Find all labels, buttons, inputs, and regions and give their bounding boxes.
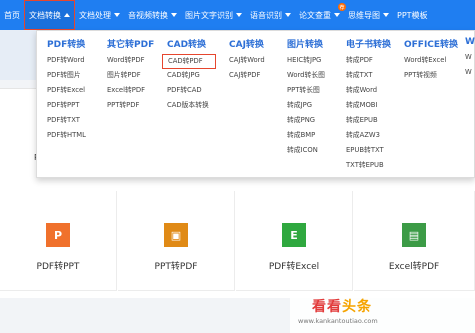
watermark-logo: 看看头条 bbox=[312, 296, 372, 316]
menu-link[interactable]: 转成JPG bbox=[287, 99, 325, 114]
menu-link[interactable]: PDF转HTML bbox=[47, 129, 86, 144]
top-nav: 首页 文档转换 文档处理 音视频转换 图片文字识别 语音识别 论文查重荐 思维导… bbox=[0, 0, 475, 30]
menu-link[interactable]: 转成BMP bbox=[287, 129, 325, 144]
nav-speech[interactable]: 语音识别 bbox=[246, 0, 295, 30]
menu-link[interactable]: 转成Word bbox=[346, 84, 391, 99]
menu-link[interactable]: PPT转PDF bbox=[107, 99, 154, 114]
tile-excel-to-pdf[interactable]: ▤ Excel转PDF bbox=[354, 191, 475, 291]
menu-link[interactable]: PDF转Excel bbox=[47, 84, 86, 99]
menu-link[interactable]: 转成PNG bbox=[287, 114, 325, 129]
column-title: OFFICE转换 bbox=[404, 40, 459, 50]
menu-link-highlighted[interactable]: CAD转PDF bbox=[162, 54, 216, 69]
menu-link[interactable]: Word转PDF bbox=[107, 54, 154, 69]
column-office-convert: OFFICE转换 Word转Excel PPT转视频 bbox=[404, 37, 458, 84]
nav-av-convert[interactable]: 音视频转换 bbox=[124, 0, 181, 30]
chevron-down-icon bbox=[383, 13, 389, 17]
watermark-text-b: 头条 bbox=[342, 299, 372, 315]
nav-doc-convert[interactable]: 文档转换 bbox=[24, 0, 75, 30]
nav-ppt-template[interactable]: PPT模板 bbox=[393, 0, 432, 30]
menu-link[interactable]: Word转长图 bbox=[287, 69, 325, 84]
column-pdf-convert: PDF转换 PDF转Word PDF转图片 PDF转Excel PDF转PPT … bbox=[47, 37, 86, 144]
nav-label: 文档处理 bbox=[79, 10, 111, 20]
chevron-down-icon bbox=[114, 13, 120, 17]
chevron-up-icon bbox=[64, 13, 70, 17]
menu-link[interactable]: 图片转PDF bbox=[107, 69, 154, 84]
menu-link[interactable]: HEIC转JPG bbox=[287, 54, 325, 69]
chevron-down-icon bbox=[236, 13, 242, 17]
column-title: 图片转换 bbox=[287, 40, 324, 50]
tile-label: PDF转PPT bbox=[36, 262, 80, 272]
column-image-convert: 图片转换 HEIC转JPG Word转长图 PPT转长图 转成JPG 转成PNG… bbox=[287, 37, 325, 159]
menu-link[interactable]: PDF转Word bbox=[47, 54, 86, 69]
menu-link[interactable]: PPT转视频 bbox=[404, 69, 458, 84]
chevron-down-icon bbox=[171, 13, 177, 17]
menu-link[interactable]: 转成TXT bbox=[346, 69, 391, 84]
nav-label: 图片文字识别 bbox=[185, 10, 233, 20]
column-title: CAD转换 bbox=[167, 40, 207, 50]
tile-label: PDF转Excel bbox=[268, 262, 320, 272]
watermark: 看看头条 www.kankantoutiao.com bbox=[290, 293, 475, 333]
nav-ocr[interactable]: 图片文字识别 bbox=[181, 0, 246, 30]
tile-label: Excel转PDF bbox=[388, 262, 440, 272]
menu-link[interactable]: 转成EPUB bbox=[346, 114, 391, 129]
menu-link[interactable]: 转成AZW3 bbox=[346, 129, 391, 144]
menu-link[interactable]: CAD转JPG bbox=[167, 69, 216, 84]
menu-link[interactable]: PDF转CAD bbox=[167, 84, 216, 99]
menu-link[interactable]: Excel转PDF bbox=[107, 84, 154, 99]
column-title: PDF转换 bbox=[47, 40, 86, 50]
column-to-pdf: 其它转PDF Word转PDF 图片转PDF Excel转PDF PPT转PDF bbox=[107, 37, 154, 114]
chevron-down-icon bbox=[334, 13, 340, 17]
watermark-url: www.kankantoutiao.com bbox=[298, 317, 378, 325]
menu-link[interactable]: PPT转长图 bbox=[287, 84, 325, 99]
spreadsheet-icon: ▤ bbox=[402, 223, 426, 247]
column-title: W bbox=[465, 37, 475, 47]
menu-link[interactable]: W bbox=[465, 51, 475, 66]
menu-link[interactable]: CAJ转Word bbox=[229, 54, 265, 69]
menu-link[interactable]: CAJ转PDF bbox=[229, 69, 265, 84]
nav-label: 文档转换 bbox=[29, 10, 61, 20]
nav-label: 音视频转换 bbox=[128, 10, 168, 20]
column-ebook-convert: 电子书转换 转成PDF 转成TXT 转成Word 转成MOBI 转成EPUB 转… bbox=[346, 37, 391, 174]
nav-home[interactable]: 首页 bbox=[0, 0, 24, 30]
column-cad-convert: CAD转换 CAD转PDF CAD转JPG PDF转CAD CAD版本转换 bbox=[162, 37, 216, 114]
menu-link[interactable]: PDF转图片 bbox=[47, 69, 86, 84]
menu-link[interactable]: PDF转PPT bbox=[47, 99, 86, 114]
tile-label: PPT转PDF bbox=[154, 262, 198, 272]
menu-link[interactable]: 转成PDF bbox=[346, 54, 391, 69]
nav-label: 论文查重 bbox=[299, 10, 331, 20]
column-title: 其它转PDF bbox=[107, 40, 155, 50]
tile-ppt-to-pdf[interactable]: ▣ PPT转PDF bbox=[118, 191, 235, 291]
tile-pdf-to-excel[interactable]: E PDF转Excel bbox=[236, 191, 353, 291]
nav-label: PPT模板 bbox=[397, 10, 428, 20]
nav-label: 语音识别 bbox=[250, 10, 282, 20]
menu-link[interactable]: Word转Excel bbox=[404, 54, 458, 69]
nav-label: 首页 bbox=[4, 10, 20, 20]
column-title: 电子书转换 bbox=[346, 40, 392, 50]
menu-link[interactable]: W bbox=[465, 66, 475, 81]
tile-pdf-to-ppt[interactable]: P PDF转PPT bbox=[0, 191, 117, 291]
slides-icon: ▣ bbox=[164, 223, 188, 247]
column-caj-convert: CAJ转换 CAJ转Word CAJ转PDF bbox=[229, 37, 265, 84]
menu-link[interactable]: PDF转TXT bbox=[47, 114, 86, 129]
menu-link[interactable]: 转成MOBI bbox=[346, 99, 391, 114]
nav-doc-process[interactable]: 文档处理 bbox=[75, 0, 124, 30]
ppt-icon: P bbox=[46, 223, 70, 247]
column-title: CAJ转换 bbox=[229, 40, 264, 50]
menu-link[interactable]: 转成ICON bbox=[287, 144, 325, 159]
column-partial: W W W bbox=[465, 37, 475, 81]
menu-link[interactable]: EPUB转TXT bbox=[346, 144, 391, 159]
chevron-down-icon bbox=[285, 13, 291, 17]
excel-icon: E bbox=[282, 223, 306, 247]
nav-plagiarism[interactable]: 论文查重荐 bbox=[295, 0, 346, 30]
menu-link[interactable]: TXT转EPUB bbox=[346, 159, 391, 174]
doc-convert-dropdown: PDF转换 PDF转Word PDF转图片 PDF转Excel PDF转PPT … bbox=[36, 30, 475, 178]
nav-label: 思维导图 bbox=[348, 10, 380, 20]
nav-mindmap[interactable]: 思维导图 bbox=[344, 0, 393, 30]
watermark-text-a: 看看 bbox=[312, 299, 342, 315]
menu-link[interactable]: CAD版本转换 bbox=[167, 99, 216, 114]
